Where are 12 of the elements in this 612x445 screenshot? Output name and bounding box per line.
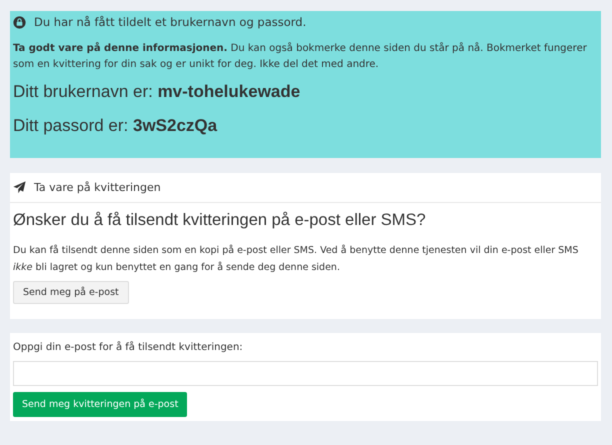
email-label: Oppgi din e-post for å få tilsendt kvitteringen: [13,342,243,353]
email-input-field[interactable] [13,361,598,386]
send-email-button[interactable]: Send meg på e-post [13,281,129,304]
credential-text: Ditt passord er: 3wS2czQa [13,116,218,136]
lock-icon [13,16,26,28]
card-header-title: Ta vare på kvitteringen [34,181,161,194]
card-text: Du kan få tilsendt denne siden som en kopi på e-post eller SMS. Ved å benytte denne tjenesten vil din e-post eller SMS ikke bli lagret og kun benyttet en gang for å sende deg denne siden. [13,244,580,275]
paper-plane-icon [13,181,26,194]
alert-message: Ta godt vare på denne informasjonen. Du kan også bokmerke denne siden du står på nå. Bokmerket fungerer som en kvittering for din sak og er unikt for deg. Ikke del det med andre. [13,41,588,72]
card-heading: Ønsker du å få tilsendt kvitteringen på e-post eller SMS? [13,211,427,230]
alert-title: Du har nå fått tildelt et brukernavn og passord. [34,15,306,29]
credential-text: Ditt brukernavn er: mv-tohelukewade [13,82,302,102]
